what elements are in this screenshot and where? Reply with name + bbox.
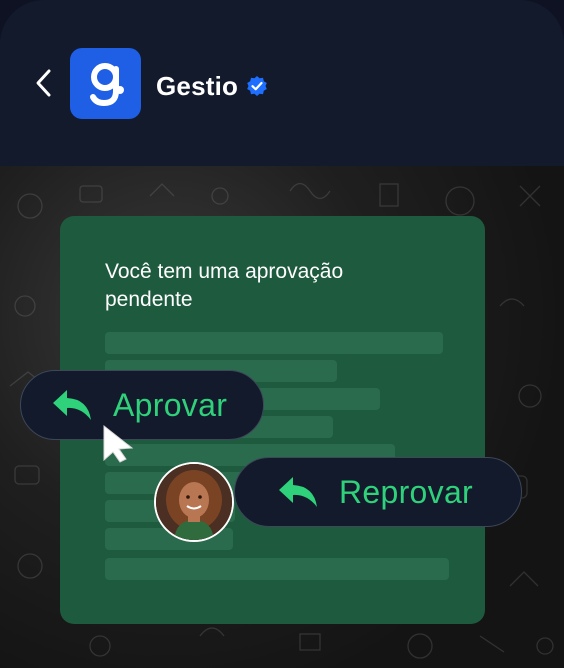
user-avatar (154, 462, 234, 542)
mouse-pointer-icon (103, 424, 134, 463)
verified-badge-icon (247, 76, 267, 96)
contact-name: Gestio (156, 70, 239, 101)
reject-button[interactable]: Reprovar (234, 457, 522, 527)
avatar-photo (156, 464, 232, 540)
approve-label: Aprovar (113, 386, 228, 423)
placeholder-line (105, 332, 443, 354)
chat-header: Gestio (0, 0, 564, 166)
back-button[interactable] (30, 66, 58, 100)
app-logo (70, 48, 141, 119)
gestio-logo-icon (89, 62, 124, 106)
chat-title: Gestio (156, 66, 268, 106)
reply-arrow-icon (53, 390, 91, 420)
phone-screen: Gestio Você tem uma aprovação pendente A… (0, 0, 564, 668)
placeholder-line (105, 558, 449, 580)
reject-label: Reprovar (339, 473, 474, 510)
approval-heading: Você tem uma aprovação pendente (105, 260, 344, 311)
chevron-left-icon (36, 69, 51, 97)
reply-arrow-icon (279, 477, 317, 507)
approve-button[interactable]: Aprovar (20, 370, 264, 440)
